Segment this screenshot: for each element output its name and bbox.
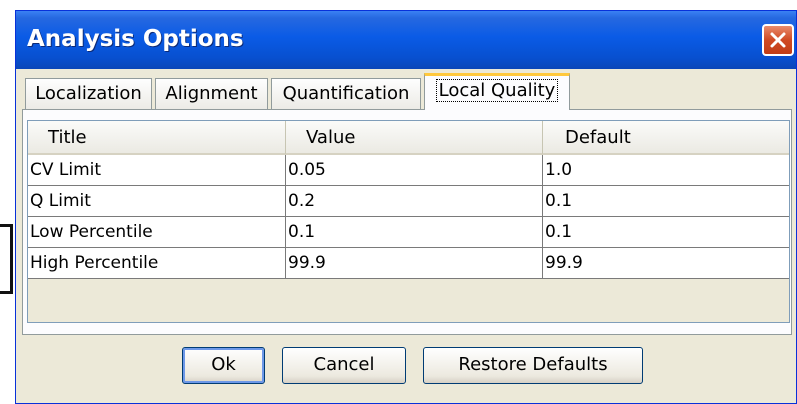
- column-header-default[interactable]: Default: [543, 121, 789, 155]
- table-row[interactable]: Q Limit 0.2 0.1: [28, 186, 789, 217]
- tab-label: Quantification: [282, 83, 410, 104]
- ok-button[interactable]: Ok: [182, 347, 265, 384]
- tab-label: Local Quality: [435, 79, 559, 102]
- cell-value[interactable]: 99.9: [286, 248, 543, 279]
- close-icon: [770, 32, 786, 48]
- cell-value[interactable]: 0.1: [286, 217, 543, 248]
- tab-label: Alignment: [165, 83, 258, 104]
- cell-default[interactable]: 0.1: [543, 217, 789, 248]
- table-row[interactable]: CV Limit 0.05 1.0: [28, 155, 789, 186]
- analysis-options-dialog: Analysis Options Localization Alignment …: [15, 10, 797, 404]
- options-table: Title Value Default CV Limit 0.05 1.0 Q …: [27, 120, 790, 323]
- cell-default[interactable]: 1.0: [543, 155, 789, 186]
- window-title: Analysis Options: [27, 26, 244, 52]
- cell-value[interactable]: 0.05: [286, 155, 543, 186]
- cell-title[interactable]: Low Percentile: [28, 217, 286, 248]
- cell-title[interactable]: CV Limit: [28, 155, 286, 186]
- cell-value[interactable]: 0.2: [286, 186, 543, 217]
- close-button[interactable]: [762, 24, 794, 56]
- cell-title[interactable]: Q Limit: [28, 186, 286, 217]
- table-row[interactable]: High Percentile 99.9 99.9: [28, 248, 789, 279]
- tab-localization[interactable]: Localization: [25, 78, 152, 109]
- cancel-button[interactable]: Cancel: [282, 347, 406, 384]
- cell-default[interactable]: 99.9: [543, 248, 789, 279]
- tab-label: Localization: [35, 83, 142, 104]
- tab-local-quality[interactable]: Local Quality: [424, 73, 570, 110]
- restore-defaults-button[interactable]: Restore Defaults: [423, 347, 643, 384]
- tab-alignment[interactable]: Alignment: [155, 78, 268, 109]
- tab-quantification[interactable]: Quantification: [271, 78, 421, 109]
- title-bar[interactable]: Analysis Options: [16, 11, 796, 69]
- column-header-title[interactable]: Title: [28, 121, 286, 155]
- cell-default[interactable]: 0.1: [543, 186, 789, 217]
- column-header-value[interactable]: Value: [286, 121, 543, 155]
- cell-title[interactable]: High Percentile: [28, 248, 286, 279]
- table-row[interactable]: Low Percentile 0.1 0.1: [28, 217, 789, 248]
- tab-panel-local-quality: Title Value Default CV Limit 0.05 1.0 Q …: [22, 109, 792, 335]
- background-bracket: [0, 224, 13, 294]
